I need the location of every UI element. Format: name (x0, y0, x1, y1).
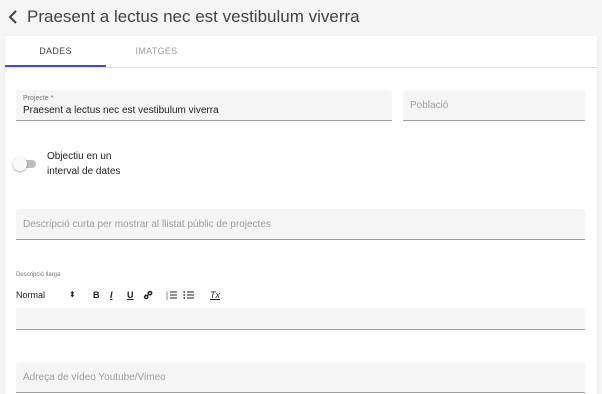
format-select-arrow-icon[interactable]: ⬍ (69, 288, 76, 302)
svg-text:3: 3 (166, 297, 168, 301)
descripcio-llarga-editor[interactable] (16, 308, 585, 330)
bullet-list-icon[interactable] (183, 290, 194, 300)
ordered-list-icon[interactable]: 123 (166, 290, 177, 300)
descripcio-llarga-label: Descripció llarga (16, 272, 61, 278)
descripcio-curta-field[interactable]: Descripció curta per mostrar al llistat … (16, 209, 585, 240)
projecte-label: Projecte * (23, 95, 54, 102)
bold-button[interactable]: B (93, 288, 100, 302)
clear-format-button[interactable]: Tx (210, 288, 220, 302)
projecte-value: Praesent a lectus nec est vestibulum viv… (23, 105, 219, 116)
tab-bar: DADES IMATGES (5, 36, 597, 68)
page-title: Praesent a lectus nec est vestibulum viv… (27, 7, 360, 26)
poblacio-placeholder: Població (410, 100, 449, 111)
descripcio-curta-placeholder: Descripció curta per mostrar al llistat … (23, 219, 271, 230)
active-tab-indicator (5, 65, 106, 67)
page-header: Praesent a lectus nec est vestibulum viv… (0, 0, 602, 36)
underline-button[interactable]: U (127, 288, 134, 302)
projecte-field[interactable]: Projecte * Praesent a lectus nec est ves… (16, 90, 392, 121)
toggle-label-line2: interval de dates (47, 166, 121, 177)
form-card: DADES IMATGES Projecte * Praesent a lect… (5, 36, 597, 394)
poblacio-field[interactable]: Població (403, 90, 585, 121)
back-chevron-icon[interactable] (6, 8, 20, 26)
tab-imatges[interactable]: IMATGES (106, 36, 207, 67)
toggle-label-line1: Objectiu en un (47, 151, 112, 162)
video-url-field[interactable]: Adreça de vídeo Youtube/Vimeo (16, 362, 585, 393)
rich-text-toolbar: Normal ⬍ B I U 123 Tx (16, 288, 256, 302)
toggle-knob (13, 157, 27, 171)
date-interval-toggle[interactable] (13, 157, 36, 171)
tab-dades[interactable]: DADES (5, 36, 106, 67)
video-url-placeholder: Adreça de vídeo Youtube/Vimeo (23, 372, 166, 383)
link-icon[interactable] (143, 290, 153, 300)
format-select[interactable]: Normal (16, 288, 45, 302)
toggle-label: Objectiu en un interval de dates (47, 149, 120, 179)
italic-button[interactable]: I (110, 288, 113, 302)
